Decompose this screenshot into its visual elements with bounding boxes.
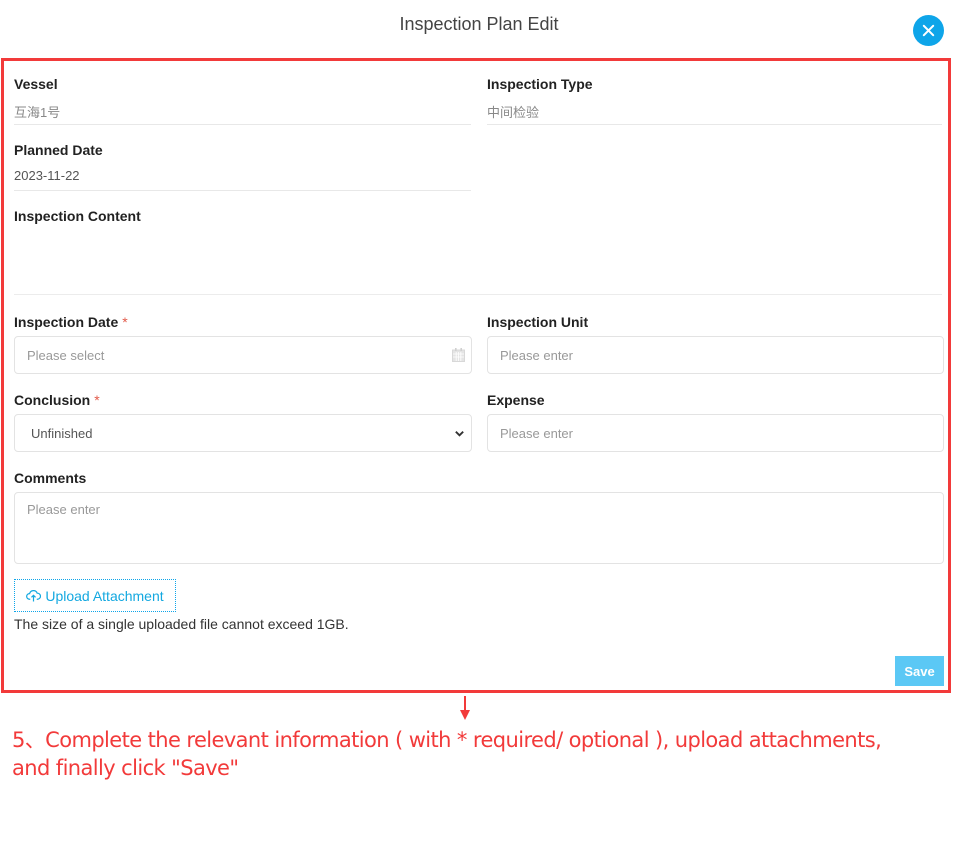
expense-input[interactable]: Please enter [487,414,944,452]
required-mark: * [94,392,100,408]
save-button[interactable]: Save [895,656,944,686]
inspection-type-label: Inspection Type [487,76,593,92]
inspection-date-label-row: Inspection Date * [14,314,128,330]
vessel-value: 互海1号 [14,102,471,125]
inspection-content-label: Inspection Content [14,208,141,224]
upload-attachment-button[interactable]: Upload Attachment [14,579,176,612]
expense-placeholder: Please enter [500,425,573,441]
arrow-down-icon [460,696,470,720]
calendar-icon [452,348,465,362]
inspection-unit-label: Inspection Unit [487,314,589,330]
vessel-label: Vessel [14,76,58,92]
inspection-date-picker[interactable]: Please select [14,336,472,374]
upload-size-note: The size of a single uploaded file canno… [14,616,349,632]
conclusion-selected-value: Unfinished [31,425,93,441]
planned-date-field: Planned Date 2023-11-22 [14,142,471,191]
cloud-upload-icon [26,590,42,602]
required-mark: * [122,314,128,330]
comments-placeholder: Please enter [27,502,100,517]
inspection-type-field: Inspection Type 中间检验 [487,76,942,125]
upload-attachment-label: Upload Attachment [45,587,164,604]
inspection-content-divider [14,294,942,295]
vessel-field: Vessel 互海1号 [14,76,471,125]
dialog-title: Inspection Plan Edit [399,14,559,34]
chevron-down-icon [455,431,464,437]
close-icon [922,24,935,37]
inspection-date-label: Inspection Date [14,314,119,330]
expense-label: Expense [487,392,545,408]
conclusion-label: Conclusion [14,392,91,408]
inspection-type-value: 中间检验 [487,102,942,125]
inspection-content-field: Inspection Content [14,208,942,224]
conclusion-label-row: Conclusion * [14,392,100,408]
inspection-date-placeholder: Please select [27,347,105,363]
comments-label: Comments [14,470,87,486]
planned-date-value: 2023-11-22 [14,168,471,191]
inspection-unit-placeholder: Please enter [500,347,573,363]
inspection-unit-input[interactable]: Please enter [487,336,944,374]
instruction-text: 5、Complete the relevant information ( wi… [12,728,882,780]
close-button[interactable] [913,15,944,46]
conclusion-select[interactable]: Unfinished [14,414,472,452]
planned-date-label: Planned Date [14,142,103,158]
comments-textarea[interactable]: Please enter [14,492,944,564]
